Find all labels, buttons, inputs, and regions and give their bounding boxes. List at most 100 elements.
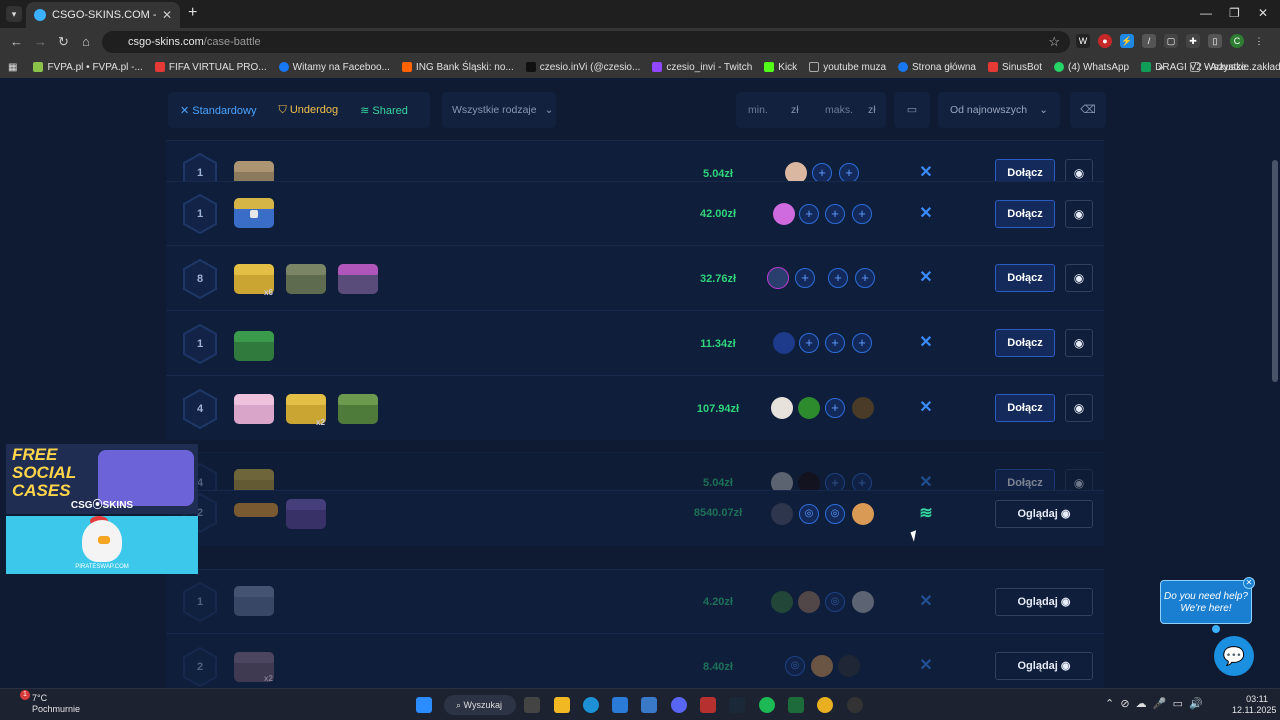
windows-start-icon[interactable] [416, 697, 432, 713]
extension-gray-icon[interactable]: / [1142, 34, 1156, 48]
store-icon[interactable] [612, 697, 628, 713]
empty-slot-plus-icon[interactable]: + [855, 268, 875, 288]
filter-underdog-label: Underdog [289, 103, 339, 116]
filter-standard[interactable]: ✕ Standardowy [180, 104, 257, 117]
forward-icon[interactable]: → [34, 34, 47, 49]
view-eye-icon[interactable]: ◉ [1065, 394, 1093, 422]
site-favicon-icon [34, 9, 46, 21]
spotify-icon[interactable] [759, 697, 775, 713]
minimize-icon[interactable]: — [1200, 6, 1212, 20]
case-type-dropdown[interactable]: Wszystkie rodzaje ⌄ [442, 92, 556, 128]
bookmark-item[interactable]: czesio_invi - Twitch [652, 62, 752, 73]
more-bookmarks-icon[interactable]: » [1158, 62, 1164, 73]
bookmark-item[interactable]: Kick [764, 62, 797, 73]
empty-slot-plus-icon[interactable]: + [825, 204, 845, 224]
join-button[interactable]: Dołącz [995, 329, 1055, 357]
restore-icon[interactable]: ❐ [1229, 6, 1240, 20]
obs-icon[interactable] [847, 697, 863, 713]
bookmark-item[interactable]: Strona główna [898, 62, 976, 73]
extension-lock-icon[interactable]: ▢ [1164, 34, 1178, 48]
empty-slot-plus-icon[interactable]: + [795, 268, 815, 288]
chrome-icon[interactable] [817, 697, 833, 713]
whatsapp-icon [1053, 62, 1064, 72]
empty-slot-plus-icon[interactable]: + [828, 268, 848, 288]
outlook-icon[interactable] [641, 697, 657, 713]
clear-filters-icon[interactable]: ⌫ [1070, 92, 1106, 128]
profile-avatar[interactable]: C [1230, 34, 1244, 48]
watch-button[interactable]: Oglądaj ◉ [995, 500, 1093, 528]
all-bookmarks[interactable]: Wszystkie zakładki [1190, 62, 1280, 73]
extension-blue-icon[interactable]: ⚡ [1120, 34, 1134, 48]
watch-button[interactable]: Oglądaj ◉ [995, 588, 1093, 616]
empty-slot-plus-icon[interactable]: + [825, 333, 845, 353]
empty-slot-plus-icon[interactable]: + [812, 163, 832, 183]
page-scrollbar[interactable] [1272, 160, 1278, 382]
bookmark-item[interactable]: (4) WhatsApp [1053, 62, 1129, 73]
empty-slot-plus-icon[interactable]: + [852, 204, 872, 224]
empty-slot-plus-icon[interactable]: + [799, 333, 819, 353]
reload-icon[interactable]: ↻ [58, 34, 69, 50]
calendar-icon[interactable]: ▭ [894, 92, 930, 128]
extension-w-icon[interactable]: W [1076, 34, 1090, 48]
view-eye-icon[interactable]: ◉ [1065, 200, 1093, 228]
bookmark-item[interactable]: SinusBot [987, 62, 1042, 73]
home-icon[interactable]: ⌂ [82, 34, 90, 49]
extension-red-icon[interactable]: ● [1098, 34, 1112, 48]
empty-slot-plus-icon[interactable]: + [852, 333, 872, 353]
shared-mode-icon: ≋ [919, 505, 933, 522]
close-tab-icon[interactable]: ✕ [162, 8, 172, 22]
bookmark-item[interactable]: FIFA VIRTUAL PRO... [154, 62, 267, 73]
rounds-count: 2 [196, 661, 204, 673]
url-input[interactable]: csgo-skins.com/case-battle ☆ [102, 31, 1070, 53]
back-icon[interactable]: ← [10, 34, 23, 49]
taskbar-search[interactable]: ⌕ Wyszukaj [444, 695, 516, 715]
player-avatar [771, 591, 793, 613]
file-explorer-icon[interactable] [554, 697, 570, 713]
view-eye-icon[interactable]: ◉ [1065, 329, 1093, 357]
extensions-puzzle-icon[interactable]: ✚ [1186, 34, 1200, 48]
system-tray[interactable]: ⌃ ⊘ ☁ 🎤 ▭ 🔊 [1105, 697, 1203, 710]
edge-icon[interactable] [583, 697, 599, 713]
close-window-icon[interactable]: ✕ [1258, 6, 1268, 20]
bookmark-item[interactable]: youtube muza [809, 62, 886, 73]
browser-tab[interactable]: CSGO-SKINS.COM - Najlepsze ✕ [26, 2, 180, 28]
sidebar-icon[interactable]: ▯ [1208, 34, 1222, 48]
view-eye-icon[interactable]: ◉ [1065, 264, 1093, 292]
bookmark-item[interactable]: ING Bank Śląski: no... [401, 62, 514, 73]
steam-icon[interactable] [729, 697, 745, 713]
excel-icon[interactable] [788, 697, 804, 713]
task-view-icon[interactable] [524, 697, 540, 713]
bookmark-item[interactable]: FVPA.pl • FVPA.pl -... [33, 62, 143, 73]
min-price-input[interactable]: min. [748, 104, 768, 116]
help-bubble[interactable]: Do you need help? We're here! [1160, 580, 1252, 624]
tab-search-button[interactable]: ▾ [6, 6, 22, 22]
battle-row: 1 5.04zł + + ✕ Dołącz ◉ [166, 140, 1104, 193]
filter-underdog[interactable]: ⛉ Underdog [279, 104, 339, 117]
system-clock[interactable]: 03:11 12.11.2025 [1232, 694, 1276, 716]
max-price-input[interactable]: maks. [825, 104, 853, 116]
promo-overlay[interactable]: FREE SOCIAL CASES CSG⦿SKINS PIRATESWAP.C… [6, 444, 198, 574]
bookmark-item[interactable]: czesio.inVi (@czesio... [525, 62, 640, 73]
app-icon[interactable] [700, 697, 716, 713]
weather-widget[interactable]: 7°C Pochmurnie [32, 693, 80, 715]
browser-menu-icon[interactable]: ⋮ [1252, 34, 1266, 48]
chat-bubble-icon[interactable]: 💬 [1214, 636, 1254, 676]
close-help-icon[interactable]: ✕ [1243, 577, 1255, 589]
discord-icon[interactable] [671, 697, 687, 713]
sort-dropdown[interactable]: Od najnowszych ⌄ [938, 92, 1060, 128]
apps-grid-icon[interactable]: ▦ [8, 62, 17, 73]
join-button[interactable]: Dołącz [995, 264, 1055, 292]
bookmark-star-icon[interactable]: ☆ [1048, 34, 1060, 50]
player-avatar [767, 267, 789, 289]
empty-slot-plus-icon[interactable]: + [839, 163, 859, 183]
empty-slot-plus-icon[interactable]: + [799, 204, 819, 224]
filter-shared[interactable]: ≋ Shared [360, 104, 408, 117]
address-bar-row: ← → ↻ ⌂ csgo-skins.com/case-battle ☆ W ●… [0, 28, 1280, 56]
empty-slot-plus-icon[interactable]: + [825, 398, 845, 418]
bookmark-item[interactable]: Witamy na Faceboo... [278, 62, 390, 73]
new-tab-button[interactable]: + [188, 4, 197, 22]
case-image [234, 394, 274, 424]
join-button[interactable]: Dołącz [995, 394, 1055, 422]
watch-button[interactable]: Oglądaj ◉ [995, 652, 1093, 680]
join-button[interactable]: Dołącz [995, 200, 1055, 228]
